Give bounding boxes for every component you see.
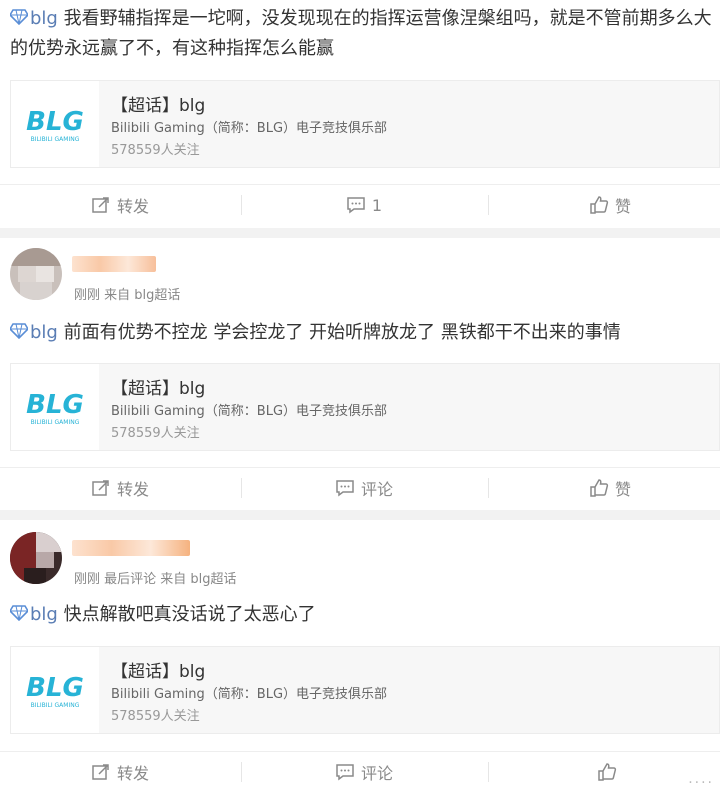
post-body: 快点解散吧真没话说了太恶心了 (63, 604, 316, 625)
blg-logo: BLG BILIBILI GAMING (11, 364, 99, 450)
post-meta: 刚刚 来自 blg超话 (74, 288, 181, 303)
like-button[interactable]: 赞 (490, 468, 720, 508)
diamond-icon (10, 605, 28, 621)
supertopic-card[interactable]: BLG BILIBILI GAMING 【超话】blg Bilibili Gam… (10, 646, 720, 734)
svg-text:BLG: BLG (26, 107, 84, 137)
post-1: blg 我看野辅指挥是一坨啊，没发现现在的指挥运营像涅槃组吗，就是不管前期多么大… (0, 0, 720, 228)
card-title: 【超话】blg (111, 662, 206, 682)
repost-icon (92, 480, 109, 496)
post-2: 刚刚 来自 blg超话 blg 前面有优势不控龙 学会控龙了 开始听牌放龙了 黑… (0, 238, 720, 510)
card-subtitle: Bilibili Gaming（简称：BLG）电子竞技俱乐部 (111, 687, 388, 702)
action-bar: 转发 评论 (0, 751, 720, 791)
post-body: 前面有优势不控龙 学会控龙了 开始听牌放龙了 黑铁都干不出来的事情 (63, 322, 621, 343)
post-text: blg 我看野辅指挥是一坨啊，没发现现在的指挥运营像涅槃组吗，就是不管前期多么大… (10, 4, 712, 64)
username-blurred[interactable] (72, 540, 190, 556)
post-text: blg 快点解散吧真没话说了太恶心了 (10, 600, 712, 630)
comment-icon (336, 480, 354, 497)
blg-logo: BLG BILIBILI GAMING (11, 81, 99, 167)
comment-icon (347, 197, 365, 214)
supertopic-card[interactable]: BLG BILIBILI GAMING 【超话】blg Bilibili Gam… (10, 363, 720, 451)
card-title: 【超话】blg (111, 96, 206, 116)
svg-text:BILIBILI GAMING: BILIBILI GAMING (31, 419, 80, 426)
blg-logo: BLG BILIBILI GAMING (11, 647, 99, 733)
card-followers: 578559人关注 (111, 143, 200, 158)
post-body: 我看野辅指挥是一坨啊，没发现现在的指挥运营像涅槃组吗，就是不管前期多么大的优势永… (10, 8, 712, 59)
thumbs-up-icon (590, 479, 609, 497)
topic-link[interactable]: blg (30, 8, 58, 29)
thumbs-up-icon (598, 763, 617, 781)
avatar[interactable] (10, 532, 62, 584)
repost-button[interactable]: 转发 (0, 185, 240, 225)
svg-text:BILIBILI GAMING: BILIBILI GAMING (31, 136, 80, 143)
thumbs-up-icon (590, 196, 609, 214)
comment-button[interactable]: 评论 (244, 752, 484, 792)
post-author: 刚刚 来自 blg超话 (10, 248, 710, 308)
svg-text:BILIBILI GAMING: BILIBILI GAMING (31, 702, 80, 709)
watermark: ···· (688, 775, 714, 791)
action-bar: 转发 评论 赞 (0, 467, 720, 507)
card-subtitle: Bilibili Gaming（简称：BLG）电子竞技俱乐部 (111, 404, 388, 419)
action-bar: 转发 1 赞 (0, 184, 720, 224)
post-text: blg 前面有优势不控龙 学会控龙了 开始听牌放龙了 黑铁都干不出来的事情 (10, 318, 712, 348)
post-meta: 刚刚 最后评论 来自 blg超话 (74, 572, 237, 587)
post-author: 刚刚 最后评论 来自 blg超话 (10, 532, 710, 592)
card-title: 【超话】blg (111, 379, 206, 399)
card-subtitle: Bilibili Gaming（简称：BLG）电子竞技俱乐部 (111, 121, 388, 136)
diamond-icon (10, 323, 28, 339)
like-button[interactable]: 赞 (490, 185, 720, 225)
topic-link[interactable]: blg (30, 322, 58, 343)
repost-icon (92, 764, 109, 780)
comment-button[interactable]: 1 (244, 185, 484, 225)
topic-link[interactable]: blg (30, 604, 58, 625)
repost-button[interactable]: 转发 (0, 468, 240, 508)
supertopic-card[interactable]: BLG BILIBILI GAMING 【超话】blg Bilibili Gam… (10, 80, 720, 168)
avatar[interactable] (10, 248, 62, 300)
repost-icon (92, 197, 109, 213)
post-3: 刚刚 最后评论 来自 blg超话 blg 快点解散吧真没话说了太恶心了 BLG … (0, 520, 720, 797)
svg-text:BLG: BLG (26, 390, 84, 420)
svg-text:BLG: BLG (26, 673, 84, 703)
repost-button[interactable]: 转发 (0, 752, 240, 792)
comment-button[interactable]: 评论 (244, 468, 484, 508)
diamond-icon (10, 9, 28, 25)
card-followers: 578559人关注 (111, 426, 200, 441)
username-blurred[interactable] (72, 256, 156, 272)
comment-icon (336, 764, 354, 781)
card-followers: 578559人关注 (111, 709, 200, 724)
like-button[interactable] (490, 752, 720, 792)
